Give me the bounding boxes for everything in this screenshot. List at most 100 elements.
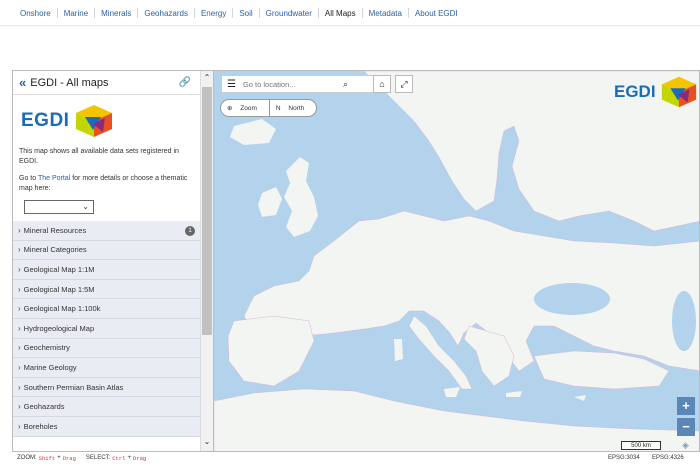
zoom-hint-label: ZOOM: — [17, 455, 37, 461]
zoom-label: Zoom — [240, 105, 257, 112]
chevron-right-icon: › — [18, 225, 21, 235]
map-viewer: « EGDI - All maps 🔗 EGDI This map shows … — [12, 70, 700, 452]
nav-marine[interactable]: Marine — [58, 9, 94, 18]
chevron-right-icon: › — [18, 382, 21, 392]
europe-basemap — [214, 71, 699, 451]
map-layer-list: › Mineral Resources 1 › Mineral Categori… — [13, 221, 200, 437]
map-logo-text: EGDI — [614, 82, 656, 101]
scale-bar: 500 km — [621, 441, 661, 450]
nav-groundwater[interactable]: Groundwater — [260, 9, 318, 18]
egdi-logo: EGDI — [13, 95, 213, 143]
zoom-buttons: + − — [677, 397, 695, 439]
sidebar-title: EGDI - All maps — [30, 76, 109, 89]
plus-sign: + — [127, 455, 131, 461]
chevron-right-icon: › — [18, 304, 21, 314]
header-spacer — [0, 27, 700, 69]
chevron-right-icon: › — [18, 264, 21, 274]
chevron-right-icon: › — [18, 362, 21, 372]
egdi-logo-text: EGDI — [21, 110, 70, 131]
select-hint-label: SELECT: — [85, 455, 111, 461]
zoom-tool-button[interactable]: ⊕ Zoom — [221, 104, 269, 112]
layer-item-mineral-categories[interactable]: › Mineral Categories — [13, 240, 200, 261]
sidebar-panel: « EGDI - All maps 🔗 EGDI This map shows … — [13, 71, 214, 451]
search-icon[interactable]: ⌕ — [343, 79, 348, 90]
layer-item-mineral-resources[interactable]: › Mineral Resources 1 — [13, 221, 200, 241]
location-search-input[interactable] — [242, 79, 343, 89]
layer-label: Mineral Resources — [23, 225, 87, 235]
nav-minerals[interactable]: Minerals — [95, 9, 137, 18]
layer-label: Boreholes — [23, 421, 58, 431]
layer-label: Marine Geology — [23, 362, 77, 372]
sidebar-description: This map shows all available data sets r… — [13, 143, 201, 194]
map-egdi-logo: EGDI — [614, 75, 699, 109]
north-button[interactable]: N North — [270, 105, 316, 112]
home-icon: ⌂ — [379, 79, 385, 89]
north-label: North — [288, 104, 305, 112]
nav-all-maps[interactable]: All Maps — [319, 9, 362, 18]
layer-label: Geological Map 1:5M — [23, 284, 95, 294]
location-search: ☰ ⌕ — [221, 75, 375, 93]
expand-icon: ⤢ — [400, 79, 408, 89]
layer-item-southern-permian-basin-atlas[interactable]: › Southern Permian Basin Atlas — [13, 377, 200, 398]
egdi-logo-cube-icon — [661, 76, 696, 108]
chevron-right-icon: › — [18, 284, 21, 294]
desc-line-1: This map shows all available data sets r… — [19, 148, 179, 165]
layer-item-geological-map-100k[interactable]: › Geological Map 1:100k — [13, 299, 200, 319]
chevron-right-icon: › — [18, 421, 21, 431]
projection-epsg-3034[interactable]: EPSG:3034 — [608, 455, 640, 461]
chevron-right-icon: › — [18, 402, 21, 412]
layer-label: Southern Permian Basin Atlas — [23, 382, 124, 392]
zoom-north-control: ⊕ Zoom N North — [220, 99, 318, 117]
layer-label: Geochemistry — [23, 343, 70, 353]
zoom-key-drag: Drag — [62, 454, 76, 462]
nav-energy[interactable]: Energy — [195, 9, 232, 18]
desc-go-to: Go to — [19, 175, 37, 182]
top-navigation: Onshore Marine Minerals Geohazards Energ… — [0, 0, 700, 26]
egdi-logo-cube-icon — [76, 105, 113, 137]
map-canvas[interactable] — [214, 71, 699, 451]
compass-icon[interactable]: ◈ — [682, 440, 689, 451]
collapse-icon[interactable]: « — [19, 75, 26, 90]
plus-sign: + — [57, 455, 61, 461]
desc-line-2: Go to The Portal for more details or cho… — [19, 174, 195, 194]
link-icon[interactable]: 🔗 — [179, 77, 191, 88]
nav-metadata[interactable]: Metadata — [363, 9, 408, 18]
count-badge: 1 — [185, 226, 195, 236]
layer-item-boreholes[interactable]: › Boreholes — [13, 416, 200, 437]
chevron-right-icon: › — [18, 343, 21, 353]
layer-item-geochemistry[interactable]: › Geochemistry — [13, 338, 200, 359]
scrollbar-thumb[interactable] — [202, 87, 212, 335]
select-key-drag: Drag — [132, 454, 147, 462]
nav-soil[interactable]: Soil — [233, 9, 258, 18]
layer-label: Mineral Categories — [23, 245, 87, 255]
chevron-up-icon[interactable]: ⌃ — [201, 73, 213, 85]
chevron-right-icon: › — [18, 323, 21, 333]
layer-label: Hydrogeological Map — [23, 323, 95, 333]
layer-label: Geological Map 1:100k — [23, 304, 101, 314]
thematic-map-select[interactable]: ⌄ — [24, 200, 94, 214]
nav-about-egdi[interactable]: About EGDI — [409, 9, 464, 18]
nav-geohazards[interactable]: Geohazards — [138, 9, 194, 18]
status-footer: ZOOM: Shift + Drag SELECT: Ctrl + Drag E… — [0, 452, 700, 464]
full-extent-button[interactable]: ⤢ — [395, 75, 413, 93]
layer-item-geological-map-5m[interactable]: › Geological Map 1:5M — [13, 279, 200, 300]
projection-epsg-4326[interactable]: EPSG:4326 — [652, 455, 684, 461]
layer-item-marine-geology[interactable]: › Marine Geology — [13, 358, 200, 378]
zoom-in-button[interactable]: + — [677, 397, 695, 415]
select-key-ctrl: Ctrl — [112, 454, 126, 462]
chevron-right-icon: › — [18, 245, 21, 255]
chevron-down-icon[interactable]: ⌄ — [201, 437, 213, 449]
layer-item-geological-map-1m[interactable]: › Geological Map 1:1M — [13, 260, 200, 280]
portal-link[interactable]: The Portal — [38, 175, 70, 182]
layer-label: Geohazards — [23, 402, 65, 412]
chevron-down-icon: ⌄ — [82, 202, 89, 211]
home-button[interactable]: ⌂ — [373, 75, 391, 93]
sidebar-header: « EGDI - All maps 🔗 — [13, 71, 213, 95]
layer-item-hydrogeological-map[interactable]: › Hydrogeological Map — [13, 318, 200, 339]
layer-label: Geological Map 1:1M — [23, 264, 95, 274]
menu-icon[interactable]: ☰ — [227, 79, 236, 90]
zoom-key-shift: Shift — [38, 454, 56, 462]
zoom-out-button[interactable]: − — [677, 418, 695, 436]
nav-onshore[interactable]: Onshore — [14, 9, 57, 18]
layer-item-geohazards[interactable]: › Geohazards — [13, 397, 200, 417]
